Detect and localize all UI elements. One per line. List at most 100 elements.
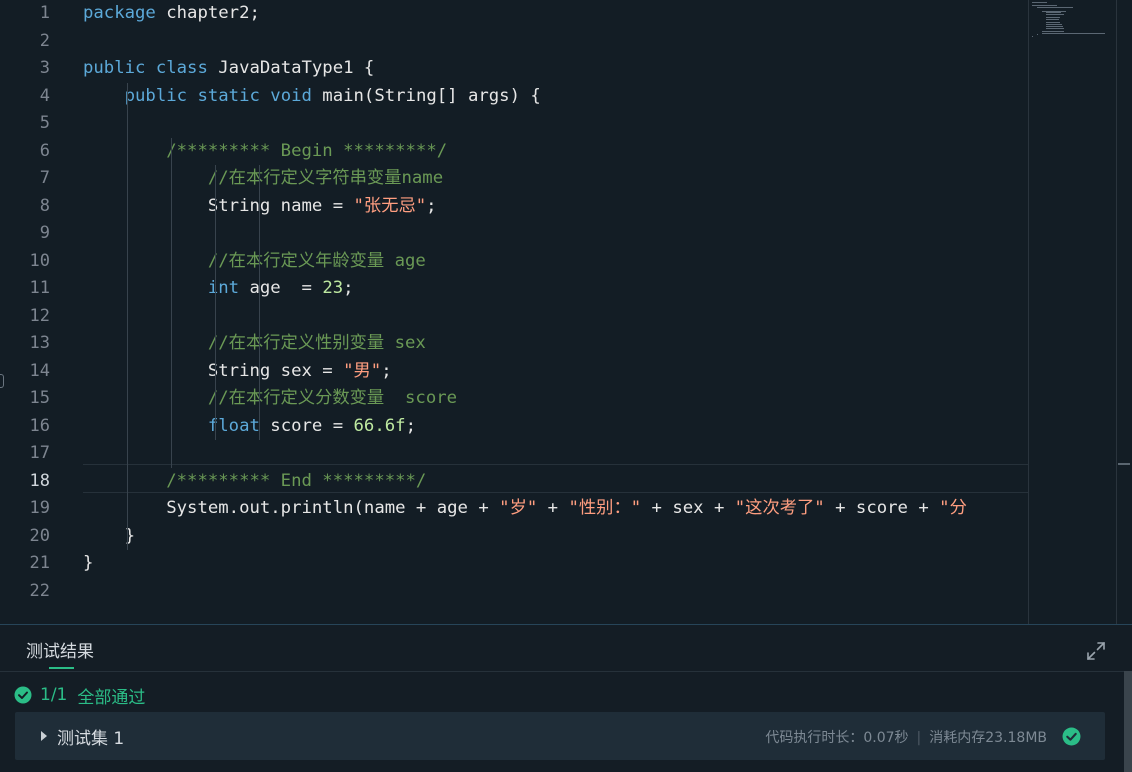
code-area[interactable]: package chapter2; public class JavaDataTy… [83, 0, 1028, 624]
check-circle-icon [14, 686, 32, 704]
line-number: 11 [29, 278, 50, 298]
code-line[interactable]: //在本行定义年龄变量 age [83, 248, 426, 275]
line-number: 14 [29, 360, 50, 381]
minimap-line [1036, 7, 1073, 9]
code-line[interactable]: //在本行定义性别变量 sex [83, 330, 426, 357]
line-number: 6 [39, 140, 50, 161]
code-line[interactable]: float score = 66.6f; [83, 413, 416, 440]
code-token: age = [239, 278, 323, 298]
code-token: "性别：" [568, 498, 642, 518]
code-token: String name = [83, 195, 354, 216]
line-number: 18 [29, 470, 50, 491]
code-token: JavaDataType1 { [207, 58, 375, 78]
check-circle-icon [1062, 727, 1081, 746]
minimap-line [1036, 34, 1038, 36]
line-number: 10 [29, 250, 50, 271]
code-token: ; [343, 278, 354, 298]
code-token: + score + [824, 498, 940, 518]
fold-marker[interactable] [0, 374, 4, 388]
line-number: 3 [39, 58, 50, 78]
result-status: 全部通过 [77, 687, 146, 708]
code-token: ; [381, 360, 392, 381]
line-number: 21 [29, 553, 50, 573]
test-set-label: 测试集 1 [57, 729, 125, 749]
line-number: 7 [39, 168, 50, 188]
code-token: int [207, 278, 240, 298]
line-number: 2 [39, 30, 50, 51]
minimap-line [1046, 19, 1059, 20]
line-number: 13 [29, 333, 50, 353]
vertical-scrollbar[interactable] [1116, 0, 1132, 624]
line-number: 9 [39, 223, 50, 243]
scrollbar-cursor-marker [1118, 463, 1130, 465]
result-summary: 1/1 全部通过 [14, 683, 146, 708]
minimap[interactable] [1029, 0, 1116, 624]
code-line[interactable]: //在本行定义字符串变量name [83, 165, 443, 192]
code-token: chapter2; [155, 3, 260, 23]
line-number-gutter: 1 2 3 4 5 6 7 8 9 10 11 12 13 14 15 16 17 18 19 20 21 22 [0, 0, 64, 624]
indent-guide [127, 82, 128, 550]
code-token: //在本行定义字符串变量name [207, 168, 444, 188]
minimap-line [1032, 2, 1048, 3]
code-token: ; [426, 195, 437, 216]
line-number: 1 [39, 3, 50, 23]
code-token: //在本行定义年龄变量 age [207, 250, 426, 271]
code-token: "男" [343, 360, 382, 381]
code-token: package [83, 3, 156, 23]
minimap-line [1041, 32, 1106, 34]
code-token: 23 [322, 278, 344, 298]
result-count: 1/1 [40, 685, 68, 705]
line-number: 12 [29, 305, 50, 326]
metrics-separator: | [916, 730, 922, 746]
code-line[interactable]: int age = 23; [83, 275, 354, 302]
code-line[interactable]: package chapter2; [83, 0, 260, 27]
panel-scrollbar[interactable] [1124, 671, 1132, 772]
line-number: 5 [39, 113, 50, 133]
code-token: public class [83, 58, 208, 78]
line-number: 16 [29, 415, 50, 436]
code-line[interactable]: public class JavaDataType1 { [83, 55, 374, 82]
line-number: 19 [29, 498, 50, 518]
memory-usage: 消耗内存23.18MB [929, 730, 1047, 746]
test-set-metrics: 代码执行时长：0.07秒 | 消耗内存23.18MB [765, 727, 1047, 747]
code-editor[interactable]: 1 2 3 4 5 6 7 8 9 10 11 12 13 14 15 16 17 18 19 20 21 22 pack… [0, 0, 1132, 624]
tab-test-results[interactable]: 测试结果 [26, 637, 94, 662]
active-tab-indicator [49, 667, 74, 669]
code-line[interactable]: String sex = "男"; [83, 358, 392, 385]
test-set-row[interactable]: 测试集 1 代码执行时长：0.07秒 | 消耗内存23.18MB [15, 712, 1105, 760]
minimap-line [1046, 13, 1065, 15]
code-token: ; [405, 415, 416, 436]
line-number: 22 [29, 580, 50, 601]
code-token: "张无忌" [353, 195, 427, 216]
test-results-panel: 测试结果 1/1 全部通过 测试集 1 代码执行时长：0.07秒 | 消耗内存23.… [0, 624, 1132, 772]
indent-guide [259, 165, 260, 440]
code-token: /********* End *********/ [166, 470, 427, 491]
minimap-line [1046, 27, 1065, 29]
code-line[interactable]: } [83, 550, 93, 577]
code-token: //在本行定义性别变量 sex [207, 333, 426, 353]
expand-icon[interactable] [1084, 639, 1108, 663]
indent-guide [171, 137, 172, 468]
code-line[interactable]: public static void main(String[] args) { [83, 83, 541, 110]
code-line[interactable]: System.out.println(name + age + "岁" + "性… [83, 495, 967, 522]
line-number: 20 [29, 525, 50, 546]
caret-right-icon[interactable] [39, 729, 49, 743]
line-number: 17 [29, 443, 50, 463]
code-line[interactable]: //在本行定义分数变量 score [83, 385, 457, 412]
code-token: score = [259, 415, 354, 436]
minimap-line [1032, 36, 1033, 37]
code-token: public static void [124, 85, 312, 106]
code-line[interactable]: /********* End *********/ [83, 468, 426, 495]
code-token: "这次考了" [734, 498, 825, 518]
indent-guide [215, 165, 216, 440]
code-line[interactable]: /********* Begin *********/ [83, 138, 447, 165]
code-token: 66.6f [353, 415, 406, 436]
code-token: } [83, 553, 94, 573]
